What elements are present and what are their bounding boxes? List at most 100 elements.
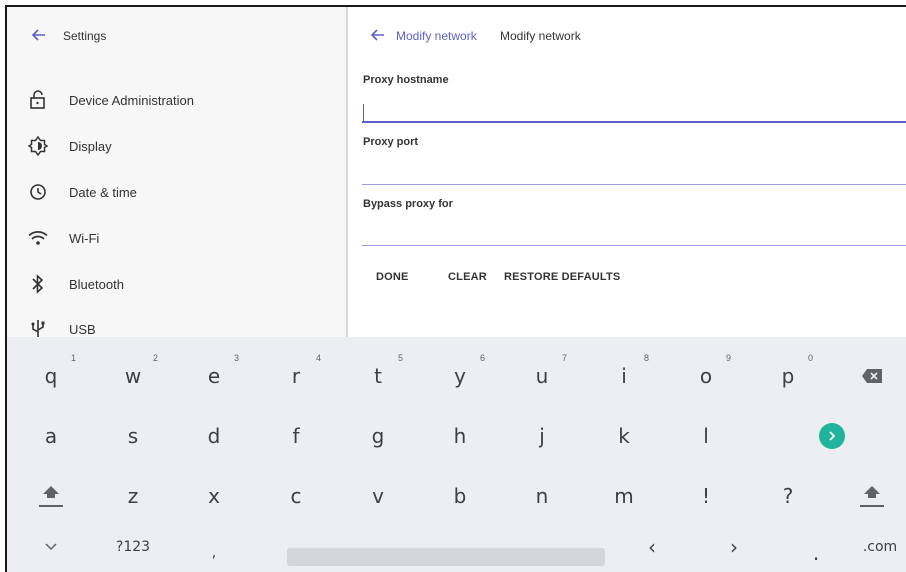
key-o[interactable]: o9 [671,347,741,405]
key-t[interactable]: t5 [343,347,413,405]
key-label: y [454,364,466,388]
chevron-down-icon [45,543,57,551]
cursor-left-key[interactable]: ‹ [617,527,687,567]
key-r[interactable]: r4 [261,347,331,405]
key-q[interactable]: q1 [16,347,86,405]
sidebar-item-label: Wi-Fi [69,230,100,246]
breadcrumb: Modify network Modify network [350,7,906,63]
back-arrow-icon[interactable] [368,25,388,45]
key-question[interactable]: ? [753,467,823,525]
key-label: e [207,364,221,388]
sidebar-item-label: Display [69,138,112,154]
text-cursor [363,104,364,122]
shift-key-left[interactable] [16,467,86,525]
key-y[interactable]: y6 [425,347,495,405]
proxy-hostname-label: Proxy hostname [363,74,449,86]
key-label: w [124,364,142,388]
key-l[interactable]: l [671,407,741,465]
key-n[interactable]: n [507,467,577,525]
bypass-proxy-input[interactable] [362,222,906,246]
sidebar-item-display[interactable]: Display [7,126,346,166]
dotcom-key[interactable]: .com [850,527,906,567]
key-w[interactable]: w2 [98,347,168,405]
key-u[interactable]: u7 [507,347,577,405]
key-label: o [699,364,713,388]
key-hint: 8 [643,353,649,363]
key-label: q [44,364,58,388]
key-c[interactable]: c [261,467,331,525]
sidebar-item-label: USB [69,321,96,337]
key-hint: 0 [807,353,813,363]
enter-key[interactable] [797,407,867,465]
key-v[interactable]: v [343,467,413,525]
key-h[interactable]: h [425,407,495,465]
breadcrumb-link[interactable]: Modify network [396,29,477,43]
proxy-port-label: Proxy port [363,136,419,148]
key-p[interactable]: p0 [753,347,823,405]
key-x[interactable]: x [179,467,249,525]
sidebar-item-wifi[interactable]: Wi-Fi [7,218,346,258]
key-f[interactable]: f [261,407,331,465]
key-g[interactable]: g [343,407,413,465]
key-hint: 4 [315,353,321,363]
sidebar-item-bluetooth[interactable]: Bluetooth [7,264,346,304]
shift-icon [860,485,884,507]
key-i[interactable]: i8 [589,347,659,405]
key-j[interactable]: j [507,407,577,465]
key-hint: 7 [561,353,567,363]
modify-network-pane: Modify network Modify network Proxy host… [350,7,906,337]
screen: Settings Device Administration Display D… [5,5,906,572]
lock-open-icon [27,89,49,111]
spacebar[interactable] [287,548,605,566]
clear-button[interactable]: CLEAR [448,271,487,283]
sidebar-item-date-time[interactable]: Date & time [7,172,346,212]
sidebar-item-label: Date & time [69,184,137,200]
bluetooth-icon [27,273,49,295]
sidebar-item-label: Device Administration [69,92,194,108]
key-hint: 1 [70,353,76,363]
key-exclamation[interactable]: ! [671,467,741,525]
key-period[interactable]: . [781,533,851,572]
clock-icon [27,181,49,203]
proxy-port-input[interactable] [362,161,906,185]
symbols-key[interactable]: ?123 [98,527,168,567]
key-m[interactable]: m [589,467,659,525]
key-label: u [535,364,549,388]
shift-underline [860,505,884,507]
key-a[interactable]: a [16,407,86,465]
shift-key-right[interactable] [837,467,906,525]
hide-keyboard-key[interactable] [16,527,86,567]
cursor-right-key[interactable]: › [699,527,769,567]
on-screen-keyboard: q1 w2 e3 r4 t5 y6 u7 i8 o9 p0 a s d f g … [7,337,906,572]
shift-icon [39,485,63,507]
sidebar-title: Settings [63,29,107,43]
key-label: i [621,364,627,388]
backspace-icon [862,369,882,383]
key-hint: 2 [152,353,158,363]
wifi-icon [27,227,49,249]
key-b[interactable]: b [425,467,495,525]
key-hint: 3 [233,353,239,363]
key-comma[interactable]: , [179,533,249,572]
shift-underline [39,505,63,507]
key-d[interactable]: d [179,407,249,465]
key-hint: 6 [479,353,485,363]
key-k[interactable]: k [589,407,659,465]
enter-icon [819,423,845,449]
proxy-hostname-input[interactable] [362,99,906,123]
done-button[interactable]: DONE [376,271,409,283]
brightness-icon [27,135,49,157]
key-z[interactable]: z [98,467,168,525]
backspace-key[interactable] [837,347,906,405]
sidebar-item-device-administration[interactable]: Device Administration [7,80,346,120]
key-s[interactable]: s [98,407,168,465]
sidebar-header: Settings [7,7,348,63]
key-label: t [374,364,382,388]
back-arrow-icon[interactable] [29,25,49,45]
restore-defaults-button[interactable]: RESTORE DEFAULTS [504,271,620,283]
key-label: p [781,364,795,388]
breadcrumb-current: Modify network [500,29,581,43]
key-hint: 9 [725,353,731,363]
sidebar-item-label: Bluetooth [69,276,124,292]
key-e[interactable]: e3 [179,347,249,405]
